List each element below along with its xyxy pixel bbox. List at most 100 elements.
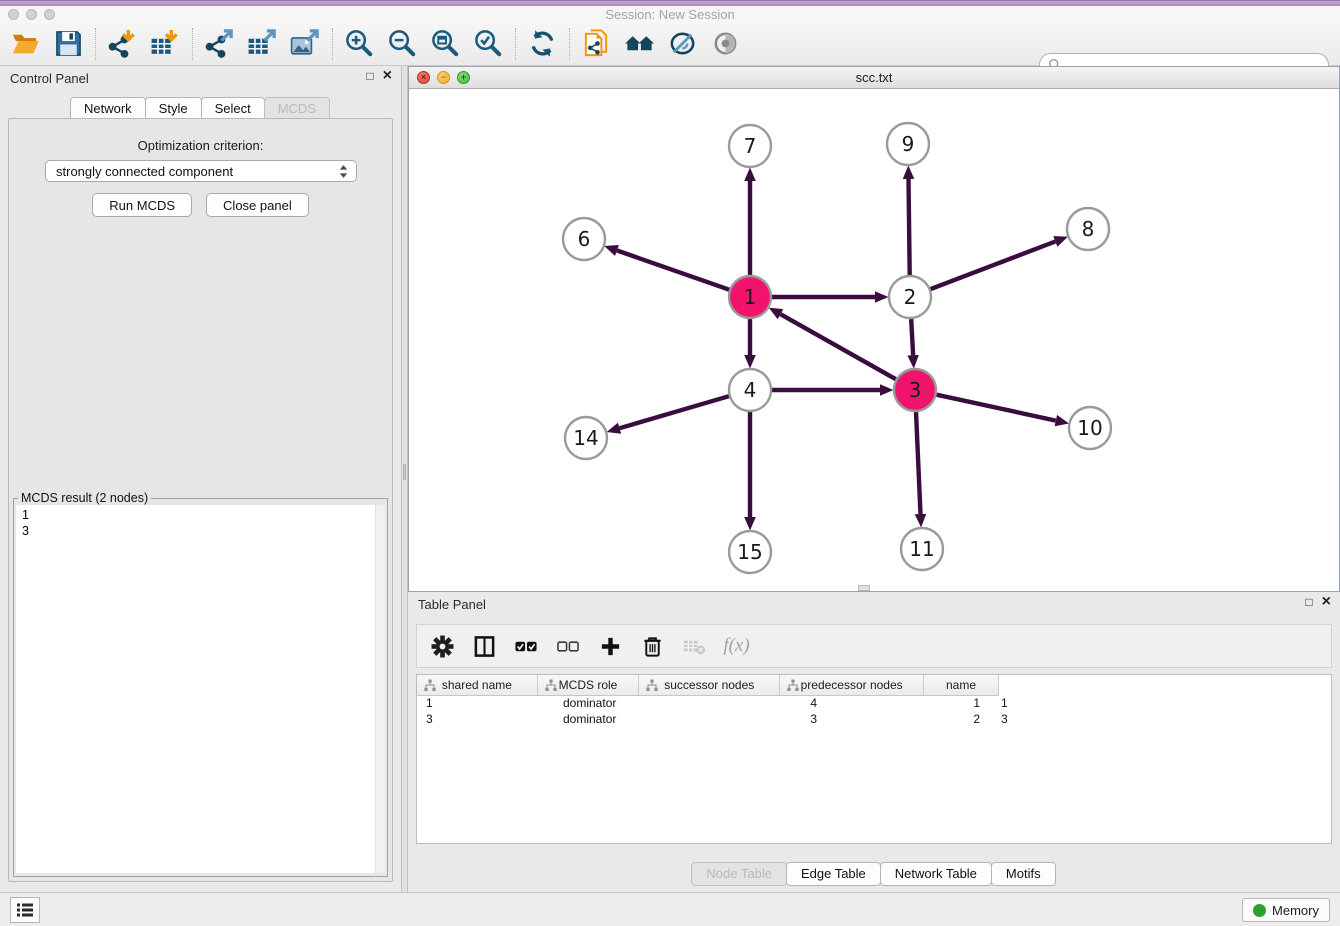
task-history-button[interactable]: [10, 897, 40, 923]
slash-eye-icon[interactable]: [661, 25, 704, 63]
svg-text:4: 4: [744, 378, 757, 402]
table-cell[interactable]: 1: [829, 696, 992, 712]
mcds-result-scrollbar[interactable]: [375, 505, 385, 873]
table-cell[interactable]: 3: [417, 712, 554, 728]
table-row[interactable]: 3dominator323: [417, 712, 1331, 728]
edge-2-9[interactable]: [909, 179, 910, 275]
edge-4-14[interactable]: [620, 396, 729, 428]
function-builder-icon: f(x): [723, 633, 750, 660]
criterion-select[interactable]: strongly connected component: [45, 160, 357, 182]
edge-3-10[interactable]: [937, 395, 1056, 421]
column-sort-icon: [424, 679, 436, 692]
svg-text:1: 1: [744, 285, 757, 309]
table-cell[interactable]: 1: [992, 696, 1077, 712]
column-header-MCDS-role[interactable]: MCDS role: [538, 675, 639, 695]
table-cell[interactable]: dominator: [554, 712, 669, 728]
import-table-icon[interactable]: [144, 25, 187, 63]
close-panel-icon[interactable]: ×: [383, 70, 392, 83]
export-network-icon[interactable]: [198, 25, 241, 63]
delete-table-icon: [681, 633, 708, 660]
table-toolbar: f(x): [416, 624, 1332, 668]
tab-node-table[interactable]: Node Table: [691, 862, 787, 886]
node-6[interactable]: 6: [563, 218, 605, 260]
svg-text:7: 7: [744, 134, 757, 158]
table-cell[interactable]: 3: [669, 712, 829, 728]
edge-3-1[interactable]: [781, 314, 896, 379]
node-8[interactable]: 8: [1067, 208, 1109, 250]
table-header-row: shared name MCDS role successor nodes pr…: [417, 675, 999, 696]
column-header-successor-nodes[interactable]: successor nodes: [639, 675, 780, 695]
eye-icon[interactable]: [704, 25, 747, 63]
svg-text:8: 8: [1082, 217, 1095, 241]
zoom-selected-icon[interactable]: [467, 25, 510, 63]
main-area: Control Panel □ × NetworkStyleSelectMCDS…: [0, 66, 1340, 892]
import-network-icon[interactable]: [101, 25, 144, 63]
node-10[interactable]: 10: [1069, 407, 1111, 449]
deselect-all-icon[interactable]: [555, 633, 582, 660]
edge-3-11[interactable]: [916, 412, 921, 514]
table-panel-tabs: Node TableEdge TableNetwork TableMotifs: [408, 862, 1340, 886]
table-cell[interactable]: dominator: [554, 696, 669, 712]
table-cell[interactable]: 2: [829, 712, 992, 728]
table-cell[interactable]: 1: [417, 696, 554, 712]
new-network-from-file-icon[interactable]: [575, 25, 618, 63]
view-resize-grip[interactable]: [858, 585, 870, 591]
panel-splitter[interactable]: [401, 66, 408, 892]
tab-motifs[interactable]: Motifs: [991, 862, 1056, 886]
export-table-icon[interactable]: [241, 25, 284, 63]
memory-button[interactable]: Memory: [1242, 898, 1330, 922]
control-panel-header: Control Panel □ ×: [0, 66, 401, 92]
network-canvas[interactable]: 7 9 6 8 1 2 4 3 14 10 15 11: [409, 89, 1339, 591]
column-header-shared-name[interactable]: shared name: [417, 675, 538, 695]
node-14[interactable]: 14: [565, 417, 607, 459]
network-graph: 7 9 6 8 1 2 4 3 14 10 15 11: [409, 89, 1339, 591]
node-9[interactable]: 9: [887, 123, 929, 165]
node-1[interactable]: 1: [729, 276, 771, 318]
node-table: shared name MCDS role successor nodes pr…: [416, 674, 1332, 844]
zoom-in-icon[interactable]: [338, 25, 381, 63]
tab-edge-table[interactable]: Edge Table: [786, 862, 881, 886]
mcds-result-text[interactable]: 1 3: [16, 505, 375, 873]
table-cell[interactable]: 3: [992, 712, 1077, 728]
main-toolbar: [0, 22, 1340, 66]
svg-text:3: 3: [909, 378, 922, 402]
node-11[interactable]: 11: [901, 528, 943, 570]
svg-text:10: 10: [1077, 416, 1102, 440]
float-panel-icon[interactable]: □: [366, 70, 373, 82]
add-column-icon[interactable]: [597, 633, 624, 660]
gear-icon[interactable]: [429, 633, 456, 660]
edge-2-3[interactable]: [911, 319, 913, 355]
tab-network-table[interactable]: Network Table: [880, 862, 992, 886]
open-session-icon[interactable]: [4, 25, 47, 63]
svg-text:11: 11: [909, 537, 934, 561]
close-table-panel-icon[interactable]: ×: [1322, 596, 1331, 609]
select-all-icon[interactable]: [513, 633, 540, 660]
zoom-out-icon[interactable]: [381, 25, 424, 63]
edge-2-8[interactable]: [931, 242, 1056, 290]
task-list-icon: [16, 902, 34, 918]
zoom-fit-icon[interactable]: [424, 25, 467, 63]
run-mcds-button[interactable]: Run MCDS: [92, 193, 192, 217]
table-row[interactable]: 1dominator411: [417, 696, 1331, 712]
node-4[interactable]: 4: [729, 369, 771, 411]
edge-1-6[interactable]: [617, 251, 729, 290]
column-header-name[interactable]: name: [924, 675, 999, 695]
table-cell[interactable]: 4: [669, 696, 829, 712]
trash-icon[interactable]: [639, 633, 666, 660]
homes-icon[interactable]: [618, 25, 661, 63]
float-table-panel-icon[interactable]: □: [1305, 596, 1312, 608]
toolbar-separator: [332, 28, 333, 60]
splitter-grip-icon[interactable]: [403, 464, 406, 480]
node-15[interactable]: 15: [729, 531, 771, 573]
app-titlebar: Session: New Session: [0, 6, 1340, 22]
refresh-view-icon[interactable]: [521, 25, 564, 63]
column-header-predecessor-nodes[interactable]: predecessor nodes: [780, 675, 924, 695]
close-panel-button[interactable]: Close panel: [206, 193, 309, 217]
columns-icon[interactable]: [471, 633, 498, 660]
save-session-icon[interactable]: [47, 25, 90, 63]
export-image-icon[interactable]: [284, 25, 327, 63]
node-7[interactable]: 7: [729, 125, 771, 167]
node-2[interactable]: 2: [889, 276, 931, 318]
node-3[interactable]: 3: [894, 369, 936, 411]
column-label: name: [946, 678, 976, 692]
